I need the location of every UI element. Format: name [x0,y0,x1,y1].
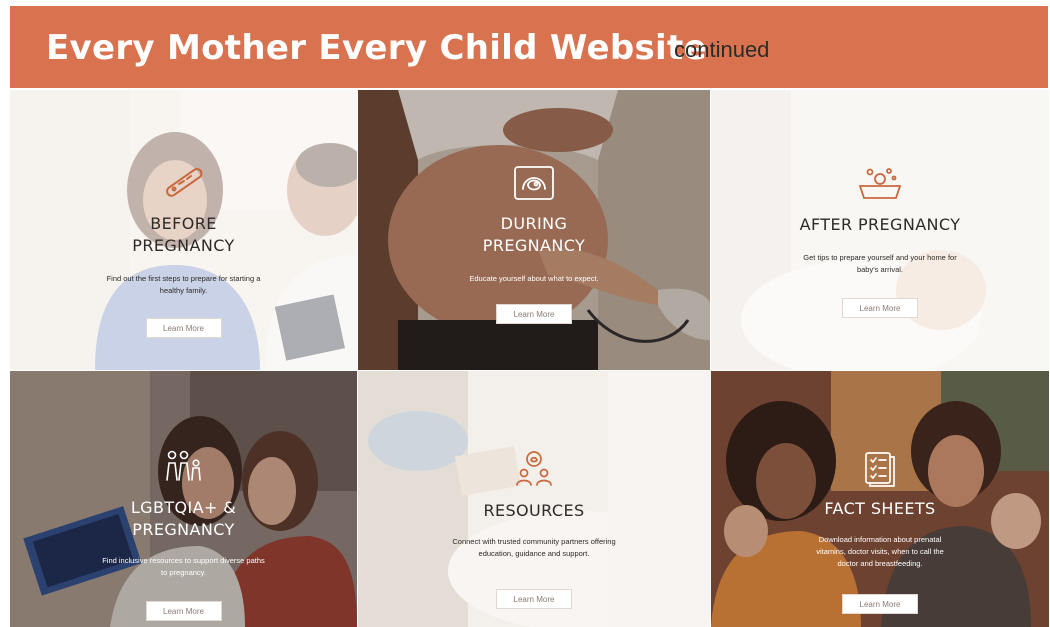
tile-before-pregnancy: BEFORE PREGNANCY Find out the first step… [10,90,357,370]
learn-more-button[interactable]: Learn More [145,318,222,338]
checklist-icon [863,449,897,487]
tile-description: Get tips to prepare yourself and your ho… [803,253,957,274]
tile-title-line1: BEFORE [150,214,217,233]
tile-description: Educate yourself about what to expect. [469,274,599,283]
page-subtitle: continued [674,37,770,62]
tile-title: RESOURCES [483,501,585,520]
pregnancy-test-icon [161,162,207,202]
page-header: Every Mother Every Child Website continu… [10,6,1048,88]
ultrasound-icon [512,164,556,202]
learn-more-button[interactable]: Learn More [496,589,572,609]
tile-lgbtqia-pregnancy: LGBTQIA+ & PREGNANCY Find inclusive reso… [10,371,357,627]
tile-resources: RESOURCES Connect with trusted community… [358,371,710,627]
tile-title: AFTER PREGNANCY [799,215,961,234]
learn-more-button[interactable]: Learn More [842,594,918,614]
page-title: Every Mother Every Child Website [46,28,707,68]
tile-title-line1: DURING [500,214,568,233]
learn-more-button[interactable]: Learn More [496,304,572,324]
tile-title-line2: PREGNANCY [132,236,235,255]
tile-description: Find out the first steps to prepare for … [106,274,261,295]
learn-more-button[interactable]: Learn More [145,601,222,621]
community-icon [514,449,554,487]
tile-description: Connect with trusted community partners … [452,537,616,558]
tile-during-pregnancy: DURING PREGNANCY Educate yourself about … [358,90,710,370]
tile-description: Find inclusive resources to support dive… [102,556,265,577]
tile-title-line1: LGBTQIA+ & [130,498,237,517]
learn-more-button[interactable]: Learn More [842,298,918,318]
tile-after-pregnancy: AFTER PREGNANCY Get tips to prepare your… [711,90,1049,370]
tile-description: Download information about prenatal vita… [816,535,944,568]
tile-title-line2: PREGNANCY [482,236,586,255]
tile-title: FACT SHEETS [824,499,936,518]
tile-fact-sheets: FACT SHEETS Download information about p… [711,371,1049,627]
family-icon [162,449,206,483]
baby-bath-icon [856,164,904,204]
tile-title-line2: PREGNANCY [132,520,235,539]
